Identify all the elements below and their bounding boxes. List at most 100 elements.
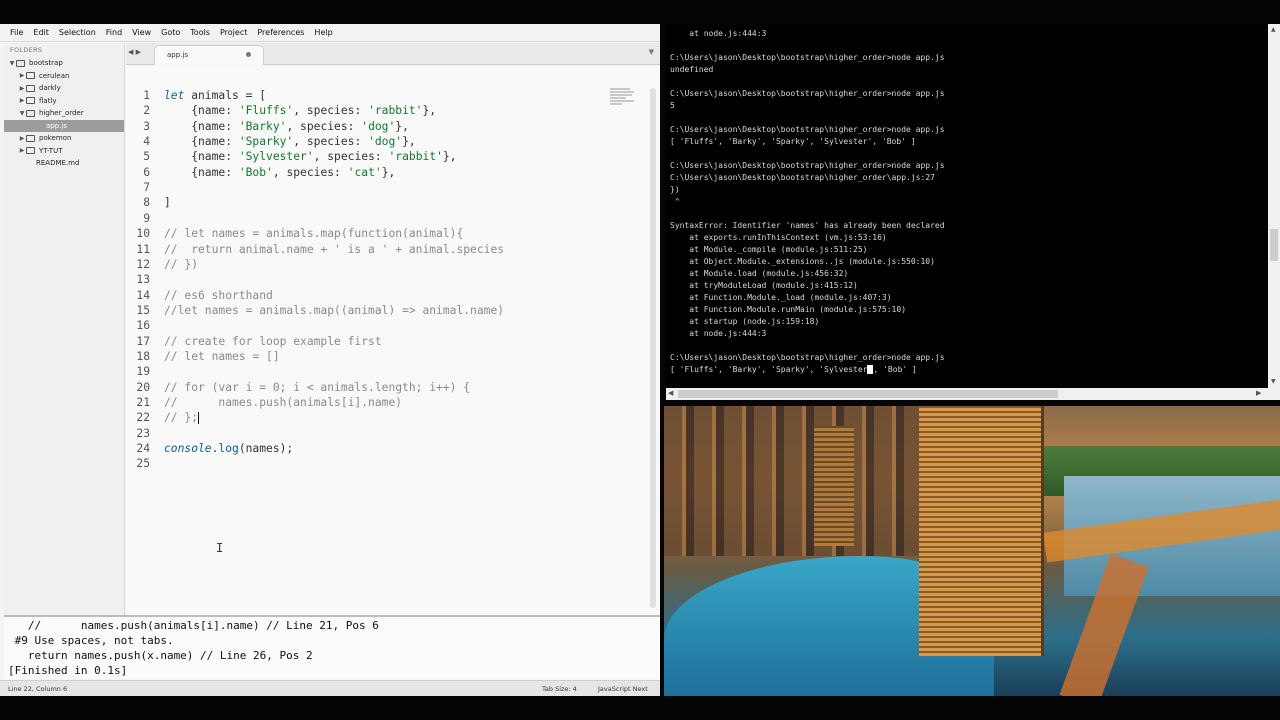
sidebar-item-cerulean[interactable]: ▶ cerulean	[4, 70, 124, 83]
code-line: {name: 'Bob', species: 'cat'},	[164, 165, 396, 179]
scroll-down-icon[interactable]: ▼	[1271, 378, 1276, 385]
sidebar-item-yt-tut[interactable]: ▶ YT-TUT	[4, 145, 124, 158]
terminal-line: at node.js:444:3	[670, 29, 767, 38]
syntax-indicator[interactable]: JavaScript Next	[598, 685, 648, 693]
chevron-right-icon[interactable]: ▶	[18, 72, 26, 79]
scroll-left-icon[interactable]: ◀	[668, 389, 673, 397]
tab-app-js[interactable]: app.js	[154, 45, 264, 65]
terminal-line: C:\Users\jason\Desktop\bootstrap\higher_…	[670, 125, 945, 134]
sidebar-item-label: bootstrap	[29, 59, 63, 68]
tab-nav-arrows-icon[interactable]: ◀ ▶	[128, 48, 141, 56]
sidebar-item-flatly[interactable]: ▶ flatly	[4, 95, 124, 108]
line-number: 2	[143, 104, 150, 118]
chevron-down-icon[interactable]: ▼	[18, 110, 26, 117]
menu-item-selection[interactable]: Selection	[59, 28, 96, 37]
sidebar-item-label: higher_order	[39, 109, 84, 118]
sidebar-item-app-js[interactable]: app.js	[4, 119, 124, 132]
output-line: #9 Use spaces, not tabs.	[8, 634, 174, 647]
terminal-line: 5	[670, 101, 675, 110]
sidebar-item-pokemon[interactable]: ▶ pokemon	[4, 132, 124, 145]
line-number: 3	[143, 119, 150, 133]
line-number: 8	[143, 196, 150, 210]
menu-item-view[interactable]: View	[132, 28, 151, 37]
sidebar-item-bootstrap[interactable]: ▼ bootstrap	[4, 57, 124, 70]
tab-bar: ◀ ▶ app.js ▼	[126, 43, 660, 65]
code-line: let animals = [	[164, 89, 267, 102]
line-number: 6	[143, 165, 150, 179]
code-area[interactable]: 1 2 3 4 5 6 7 8 9 10 11 12 13 14 15 16 17 18 19 20 21 22 23 24 2…	[126, 66, 660, 632]
terminal-line: ^	[670, 197, 680, 206]
output-line: [Finished in 0.1s]	[8, 664, 128, 677]
line-number: 20	[136, 380, 150, 394]
line-number: 15	[136, 303, 150, 317]
code-line: {name: 'Sparky', species: 'dog'},	[164, 135, 416, 149]
tab-dropdown-icon[interactable]: ▼	[649, 48, 654, 56]
code-line: // return animal.name + ' is a ' + anima…	[164, 242, 505, 256]
line-number: 14	[136, 288, 150, 302]
terminal-line: at Object.Module._extensions..js (module…	[670, 257, 935, 266]
line-number: 19	[136, 365, 150, 379]
terminal-line: })	[670, 185, 680, 194]
unsaved-dot-icon[interactable]	[246, 52, 251, 57]
desktop-wallpaper	[664, 406, 1280, 696]
menu-item-help[interactable]: Help	[314, 28, 332, 37]
terminal-line: SyntaxError: Identifier 'names' has alre…	[670, 221, 945, 230]
line-number: 23	[136, 426, 150, 440]
editor-scrollbar[interactable]	[650, 66, 656, 632]
line-number: 21	[136, 396, 150, 409]
code-line: // })	[164, 257, 199, 271]
line-number: 1	[143, 89, 150, 102]
tab-size-indicator[interactable]: Tab Size: 4	[542, 685, 577, 693]
menu-bar: File Edit Selection Find View Goto Tools Projec…	[0, 24, 660, 42]
scroll-up-icon[interactable]: ▲	[1271, 26, 1276, 33]
terminal-window[interactable]: at node.js:444:3 C:\Users\jason\Desktop\b…	[666, 24, 1280, 400]
minimap[interactable]	[610, 88, 638, 118]
terminal-line: at startup (node.js:159:18)	[670, 317, 820, 326]
menu-item-tools[interactable]: Tools	[190, 28, 210, 37]
sidebar-item-readme-md[interactable]: README.md	[4, 157, 124, 170]
code-line: {name: 'Barky', species: 'dog'},	[164, 119, 409, 133]
terminal-cursor	[867, 365, 874, 374]
line-number: 7	[143, 181, 150, 195]
sidebar-item-label: YT-TUT	[39, 146, 63, 155]
terminal-line: at tryModuleLoad (module.js:415:12)	[670, 281, 858, 290]
chevron-right-icon[interactable]: ▶	[18, 135, 26, 142]
menu-item-project[interactable]: Project	[220, 28, 247, 37]
cursor-position: Line 22, Column 6	[8, 685, 68, 693]
terminal-line: at Function.Module.runMain (module.js:57…	[670, 305, 907, 314]
line-number: 25	[136, 457, 150, 471]
terminal-line: [ 'Fluffs', 'Barky', 'Sparky', 'Sylveste…	[670, 365, 917, 374]
terminal-line: at node.js:444:3	[670, 329, 767, 338]
sidebar-item-darkly[interactable]: ▶ darkly	[4, 82, 124, 95]
status-bar: Line 22, Column 6 Tab Size: 4 JavaScript…	[0, 680, 660, 696]
folder-tree: ▼ bootstrap ▶ cerulean ▶ darkly ▶ flatly ▼ higher…	[4, 57, 124, 170]
terminal-vertical-scrollbar[interactable]: ▲ ▼	[1268, 24, 1280, 388]
chevron-down-icon[interactable]: ▼	[8, 60, 16, 67]
code-line: //let names = animals.map((animal) => an…	[164, 303, 505, 317]
menu-item-preferences[interactable]: Preferences	[257, 28, 304, 37]
line-number: 22	[136, 411, 150, 425]
code-line: {name: 'Sylvester', species: 'rabbit'},	[164, 150, 457, 164]
chevron-right-icon[interactable]: ▶	[18, 85, 26, 92]
terminal-line: at Function.Module._load (module.js:407:…	[670, 293, 892, 302]
menu-item-edit[interactable]: Edit	[33, 28, 49, 37]
scroll-right-icon[interactable]: ▶	[1256, 389, 1261, 397]
code-line: // let names = []	[164, 349, 280, 363]
terminal-line: undefined	[670, 65, 714, 74]
chevron-right-icon[interactable]: ▶	[18, 147, 26, 154]
terminal-line: C:\Users\jason\Desktop\bootstrap\higher_…	[670, 353, 945, 362]
desktop: File Edit Selection Find View Goto Tools Projec…	[0, 0, 1280, 720]
terminal-line: C:\Users\jason\Desktop\bootstrap\higher_…	[670, 173, 935, 182]
line-number: 11	[136, 242, 150, 256]
menu-item-file[interactable]: File	[10, 28, 23, 37]
sidebar-item-higher-order[interactable]: ▼ higher_order	[4, 107, 124, 120]
menu-item-find[interactable]: Find	[106, 28, 122, 37]
terminal-horizontal-scrollbar[interactable]: ◀ ▶	[666, 388, 1280, 400]
chevron-right-icon[interactable]: ▶	[18, 97, 26, 104]
line-number: 10	[136, 227, 150, 241]
menu-item-goto[interactable]: Goto	[161, 28, 180, 37]
terminal-line: at exports.runInThisContext (vm.js:53:16…	[670, 233, 887, 242]
output-line: return names.push(x.name) // Line 26, Po…	[8, 649, 313, 662]
folder-open-icon	[16, 59, 25, 67]
line-number: 16	[136, 319, 150, 333]
